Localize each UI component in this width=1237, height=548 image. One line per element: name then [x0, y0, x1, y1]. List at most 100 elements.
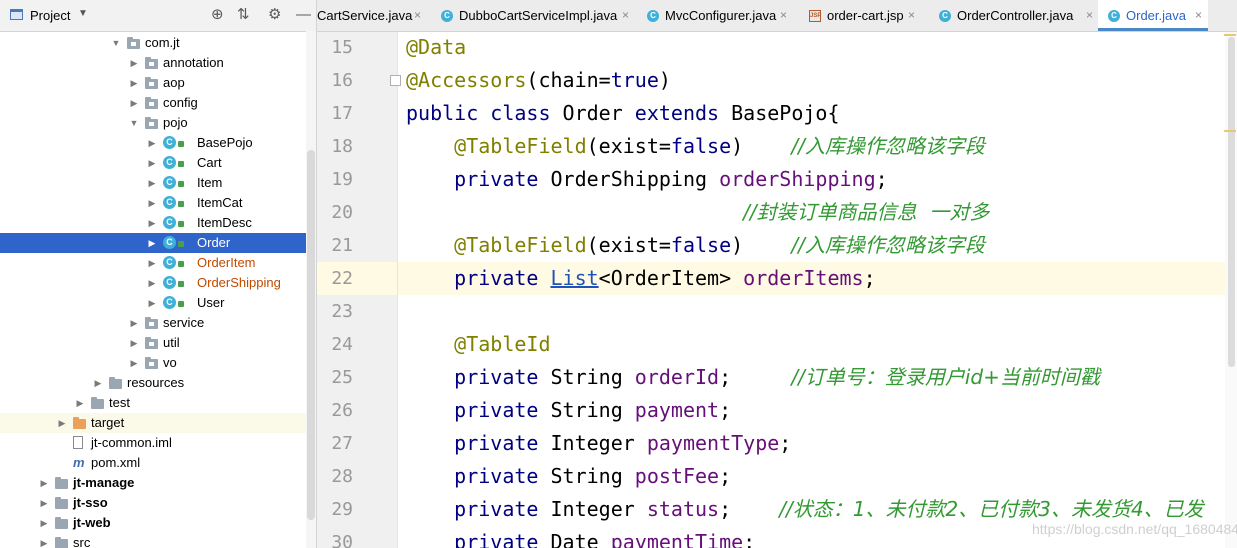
tree-item-label: pom.xml: [91, 455, 141, 470]
code-line[interactable]: private Integer paymentType;: [406, 427, 791, 460]
code-line[interactable]: //封装订单商品信息 一对多: [406, 196, 989, 229]
expand-right-icon[interactable]: ▶: [39, 473, 49, 493]
tree-item[interactable]: ▶ jt-web: [0, 513, 316, 533]
expand-right-icon[interactable]: ▶: [39, 533, 49, 548]
tree-item[interactable]: ▶ target: [0, 413, 316, 433]
editor-tab[interactable]: C Order.java ×: [1098, 0, 1208, 31]
tree-item[interactable]: ▶ C OrderShipping: [0, 273, 316, 293]
code-line[interactable]: private String orderId; //订单号：登录用户id+当前时…: [406, 361, 1100, 394]
expand-right-icon[interactable]: ▶: [147, 233, 157, 253]
tree-item[interactable]: ▶ C OrderItem: [0, 253, 316, 273]
folder-icon: [91, 397, 104, 409]
tree-item[interactable]: ▶ jt-manage: [0, 473, 316, 493]
expand-right-icon[interactable]: ▶: [147, 293, 157, 313]
close-icon[interactable]: ×: [1195, 0, 1202, 31]
close-icon[interactable]: ×: [908, 0, 915, 31]
expand-right-icon[interactable]: ▶: [129, 93, 139, 113]
expand-right-icon[interactable]: ▶: [147, 153, 157, 173]
collapse-all-icon[interactable]: ⇅: [237, 6, 250, 24]
fold-marker-icon[interactable]: [390, 75, 401, 86]
editor-scrollbar-thumb[interactable]: [1228, 37, 1235, 367]
expand-right-icon[interactable]: ▶: [39, 493, 49, 513]
expand-right-icon[interactable]: ▶: [129, 73, 139, 93]
tree-item[interactable]: ▶ config: [0, 93, 316, 113]
tree-item[interactable]: ▶ C Item: [0, 173, 316, 193]
expand-right-icon[interactable]: ▶: [129, 353, 139, 373]
code-line[interactable]: private String payment;: [406, 394, 731, 427]
tree-item-label: target: [91, 415, 125, 430]
expand-right-icon[interactable]: ▶: [129, 333, 139, 353]
tree-scrollbar-thumb[interactable]: [307, 150, 315, 520]
expand-right-icon[interactable]: ▶: [147, 173, 157, 193]
expand-right-icon[interactable]: ▶: [147, 193, 157, 213]
code-line[interactable]: private String postFee;: [406, 460, 731, 493]
class-icon: C: [163, 256, 176, 269]
expand-right-icon[interactable]: ▶: [39, 513, 49, 533]
chevron-down-icon[interactable]: ▼: [78, 8, 88, 19]
editor-tab[interactable]: C MvcConfigurer.java ×: [635, 0, 793, 31]
expand-right-icon[interactable]: ▶: [147, 213, 157, 233]
code-line[interactable]: @TableField(exist=false) //入库操作忽略该字段: [406, 229, 985, 262]
editor-tab[interactable]: C OrderController.java ×: [919, 0, 1098, 31]
tree-item[interactable]: ▶ service: [0, 313, 316, 333]
tree-item[interactable]: ▶ C Cart: [0, 153, 316, 173]
expand-right-icon[interactable]: ▶: [147, 273, 157, 293]
tree-item-label: User: [197, 295, 225, 310]
expand-right-icon[interactable]: ▶: [147, 253, 157, 273]
editor-tab[interactable]: C DubboCartServiceImpl.java ×: [435, 0, 635, 31]
tree-item-label: Order: [197, 235, 231, 250]
editor-tab[interactable]: CartService.java ×: [317, 0, 425, 31]
project-panel-title[interactable]: Project: [30, 8, 70, 23]
expand-right-icon[interactable]: ▶: [57, 413, 67, 433]
line-number: 17: [331, 103, 353, 124]
code-line[interactable]: private OrderShipping orderShipping;: [406, 163, 888, 196]
tree-item[interactable]: ▶ C ItemCat: [0, 193, 316, 213]
expand-right-icon[interactable]: ▶: [129, 53, 139, 73]
tree-item[interactable]: ▶ C User: [0, 293, 316, 313]
hide-panel-icon[interactable]: —: [296, 6, 311, 24]
tree-item[interactable]: ▶ resources: [0, 373, 316, 393]
editor-tab[interactable]: JSP order-cart.jsp ×: [793, 0, 919, 31]
tree-item[interactable]: ▶ annotation: [0, 53, 316, 73]
code-line[interactable]: private Date paymentTime;: [406, 526, 755, 548]
tree-item[interactable]: ▶ C ItemDesc: [0, 213, 316, 233]
code-line[interactable]: @TableId: [406, 328, 550, 361]
expand-right-icon[interactable]: ▶: [75, 393, 85, 413]
tree-item[interactable]: ▶ src: [0, 533, 316, 548]
code-editor[interactable]: 15 16 17 18 19 20 21 22 23 24 25 26 27 28 29 30 @Data @A…: [317, 32, 1237, 548]
code-line[interactable]: @TableField(exist=false) //入库操作忽略该字段: [406, 130, 985, 163]
tree-item[interactable]: ▼ pojo: [0, 113, 316, 133]
locate-icon[interactable]: ⊕: [211, 6, 224, 24]
code-line[interactable]: @Data: [406, 32, 466, 64]
tree-item[interactable]: ▶ util: [0, 333, 316, 353]
expand-right-icon[interactable]: ▶: [147, 133, 157, 153]
tree-item-label: OrderShipping: [197, 275, 281, 290]
tree-item[interactable]: ▼ com.jt: [0, 33, 316, 53]
tree-item[interactable]: ▶ C Order: [0, 233, 316, 253]
expand-down-icon[interactable]: ▼: [129, 113, 139, 133]
error-stripe-mark[interactable]: [1224, 34, 1236, 36]
close-icon[interactable]: ×: [1086, 0, 1093, 31]
access-icon: [178, 181, 184, 187]
tree-item[interactable]: jt-common.iml: [0, 433, 316, 453]
close-icon[interactable]: ×: [414, 0, 421, 31]
tree-item[interactable]: ▶ jt-sso: [0, 493, 316, 513]
code-line[interactable]: private List<OrderItem> orderItems;: [406, 262, 875, 295]
tree-item-label: config: [163, 95, 198, 110]
code-line[interactable]: @Accessors(chain=true): [406, 64, 671, 97]
tree-item[interactable]: ▶ C BasePojo: [0, 133, 316, 153]
expand-right-icon[interactable]: ▶: [93, 373, 103, 393]
tree-item[interactable]: ▶ vo: [0, 353, 316, 373]
expand-down-icon[interactable]: ▼: [111, 33, 121, 53]
code-line[interactable]: public class Order extends BasePojo{: [406, 97, 840, 130]
gear-icon[interactable]: ⚙: [268, 6, 281, 24]
tree-item-label: Item: [197, 175, 223, 190]
error-stripe-mark[interactable]: [1224, 130, 1236, 132]
tree-item[interactable]: ▶ test: [0, 393, 316, 413]
access-icon: [178, 281, 184, 287]
close-icon[interactable]: ×: [622, 0, 629, 31]
tree-item[interactable]: m pom.xml: [0, 453, 316, 473]
tree-item[interactable]: ▶ aop: [0, 73, 316, 93]
close-icon[interactable]: ×: [780, 0, 787, 31]
expand-right-icon[interactable]: ▶: [129, 313, 139, 333]
